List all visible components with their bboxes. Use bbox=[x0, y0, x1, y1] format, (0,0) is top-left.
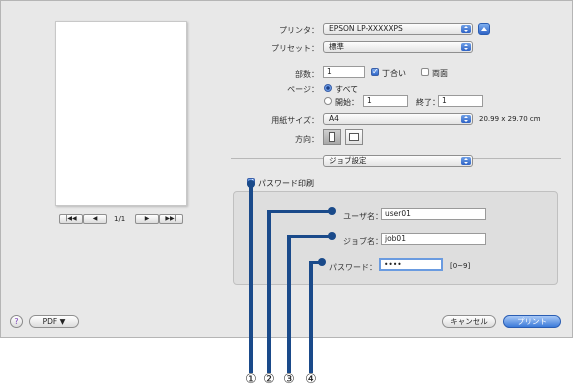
disclosure-toggle-button[interactable] bbox=[478, 23, 490, 35]
help-icon: ? bbox=[14, 317, 19, 326]
preset-value: 標準 bbox=[329, 42, 344, 51]
pages-label: ページ： bbox=[287, 85, 319, 94]
pages-to-label: 終了： bbox=[416, 98, 440, 107]
pages-all-radio[interactable] bbox=[324, 84, 332, 92]
last-page-button[interactable]: ▶▶| bbox=[159, 214, 183, 224]
callout-number-3: ③ bbox=[283, 372, 295, 387]
job-name-field[interactable]: job01 bbox=[381, 233, 486, 245]
callout-number-1: ① bbox=[245, 372, 257, 387]
callout-number-4: ④ bbox=[305, 372, 317, 387]
paper-size-label: 用紙サイズ： bbox=[271, 116, 319, 125]
user-name-field[interactable]: user01 bbox=[381, 208, 486, 220]
copies-field[interactable]: 1 bbox=[323, 66, 365, 78]
prev-page-button[interactable]: ◀ bbox=[83, 214, 107, 224]
callout-line-2 bbox=[267, 212, 271, 373]
popup-arrow-icon bbox=[461, 115, 471, 123]
popup-arrow-icon bbox=[461, 43, 471, 51]
pages-to-field[interactable]: 1 bbox=[438, 95, 483, 107]
popup-arrow-icon bbox=[461, 25, 471, 33]
portrait-button[interactable] bbox=[323, 129, 341, 145]
pages-range-radio[interactable] bbox=[324, 97, 332, 105]
section-popup-value: ジョブ設定 bbox=[329, 156, 367, 165]
next-page-button[interactable]: ▶ bbox=[135, 214, 159, 224]
callout-number-2: ② bbox=[263, 372, 275, 387]
printer-value: EPSON LP-XXXXXPS bbox=[329, 24, 403, 33]
page-counter: 1/1 bbox=[114, 215, 126, 223]
orientation-label: 方向： bbox=[295, 135, 319, 144]
user-name-label: ユーザ名： bbox=[343, 212, 383, 221]
callout-dot-4 bbox=[318, 258, 326, 266]
password-field[interactable]: •••• bbox=[379, 258, 443, 271]
printer-label: プリンタ： bbox=[279, 26, 319, 35]
paper-size-value: A4 bbox=[329, 114, 339, 123]
pdf-menu-button[interactable]: PDF ▼ bbox=[29, 315, 79, 328]
paper-dimensions: 20.99 x 29.70 cm bbox=[479, 115, 541, 123]
callout-dot-2 bbox=[328, 207, 336, 215]
triangle-up-icon bbox=[481, 27, 487, 31]
preset-label: プリセット： bbox=[271, 44, 319, 53]
duplex-checkbox[interactable] bbox=[421, 68, 429, 76]
pages-all-label: すべて bbox=[335, 85, 359, 94]
landscape-icon bbox=[349, 133, 359, 141]
callout-dot-3 bbox=[328, 232, 336, 240]
collate-checkbox[interactable] bbox=[371, 68, 379, 76]
callout-line-4 bbox=[309, 263, 313, 373]
cancel-button[interactable]: キャンセル bbox=[442, 315, 496, 328]
preview-page bbox=[55, 21, 187, 206]
callout-dot-1 bbox=[247, 180, 255, 188]
help-button[interactable]: ? bbox=[10, 315, 23, 328]
collate-label: 丁合い bbox=[382, 69, 406, 78]
landscape-button[interactable] bbox=[345, 129, 363, 145]
paper-size-popup[interactable]: A4 bbox=[323, 113, 473, 125]
callout-line-3 bbox=[287, 237, 291, 373]
callout-arm-3 bbox=[287, 235, 331, 238]
preset-popup[interactable]: 標準 bbox=[323, 41, 473, 53]
callout-line-1 bbox=[249, 183, 253, 373]
password-print-label: パスワード印刷 bbox=[258, 179, 314, 188]
copies-label: 部数： bbox=[295, 70, 319, 79]
printer-popup[interactable]: EPSON LP-XXXXXPS bbox=[323, 23, 473, 35]
portrait-icon bbox=[329, 132, 335, 142]
first-page-button[interactable]: |◀◀ bbox=[59, 214, 83, 224]
password-label: パスワード： bbox=[329, 263, 377, 272]
section-popup[interactable]: ジョブ設定 bbox=[323, 155, 473, 167]
popup-arrow-icon bbox=[461, 157, 471, 165]
duplex-label: 両面 bbox=[432, 69, 448, 78]
pages-from-label: 開始： bbox=[335, 98, 359, 107]
job-name-label: ジョブ名： bbox=[343, 237, 383, 246]
print-button[interactable]: プリント bbox=[503, 315, 561, 328]
callout-arm-2 bbox=[267, 210, 331, 213]
pages-from-field[interactable]: 1 bbox=[363, 95, 408, 107]
password-hint: [0~9] bbox=[450, 262, 471, 270]
